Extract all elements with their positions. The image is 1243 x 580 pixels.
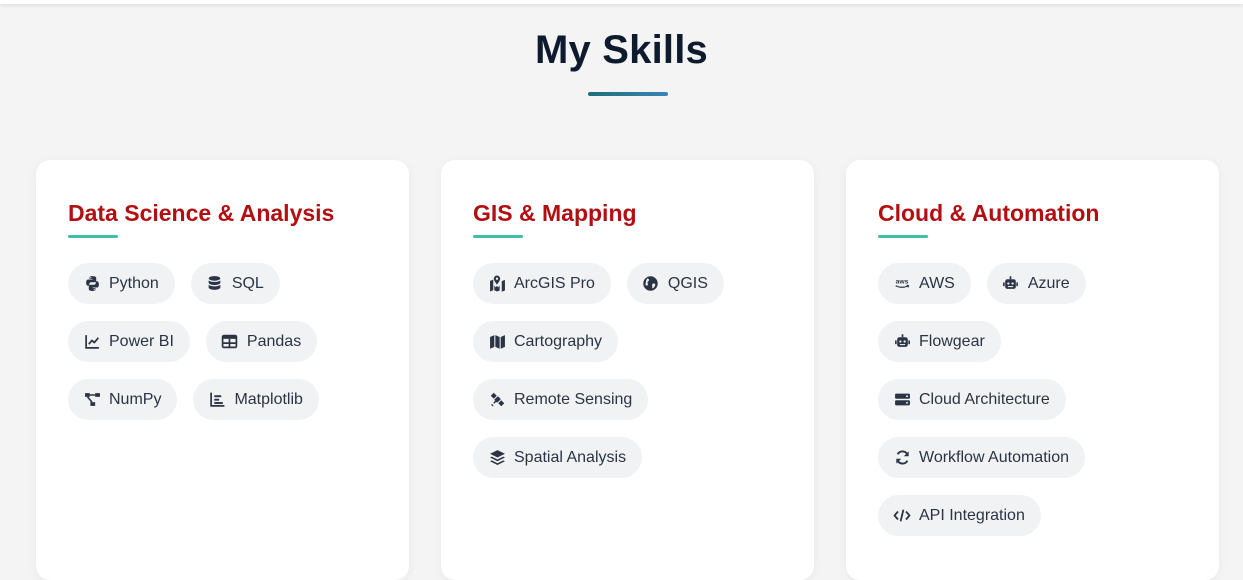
skill-chip-api-integration[interactable]: API Integration xyxy=(878,495,1041,536)
skill-card-gis: GIS & Mapping ArcGIS Pro QGIS Cartograph… xyxy=(441,160,814,580)
card-title: Data Science & Analysis xyxy=(68,200,335,226)
skill-label: SQL xyxy=(231,274,264,292)
skill-chip-power-bi[interactable]: Power BI xyxy=(68,321,190,362)
skill-chip-workflow-automation[interactable]: Workflow Automation xyxy=(878,437,1085,478)
skill-label: NumPy xyxy=(109,390,162,408)
skill-chip-arcgis-pro[interactable]: ArcGIS Pro xyxy=(473,263,611,304)
skill-label: Spatial Analysis xyxy=(514,448,627,466)
robot-icon xyxy=(1002,275,1020,293)
skill-chip-cloud-architecture[interactable]: Cloud Architecture xyxy=(878,379,1066,420)
skill-label: API Integration xyxy=(919,506,1025,524)
card-underline xyxy=(68,235,118,238)
globe-icon xyxy=(642,275,660,293)
layers-icon xyxy=(488,449,506,467)
map-marked-icon xyxy=(488,275,506,293)
skill-chip-remote-sensing[interactable]: Remote Sensing xyxy=(473,379,649,420)
table-icon xyxy=(221,333,239,351)
code-icon xyxy=(893,507,911,525)
skill-label: Pandas xyxy=(246,332,302,350)
server-icon xyxy=(893,391,911,409)
svg-text:aws: aws xyxy=(896,279,909,286)
skill-card-cloud: Cloud & Automation aws AWS Azure Flowgea… xyxy=(846,160,1219,580)
skill-label: Cartography xyxy=(514,332,603,350)
skill-chip-matplotlib[interactable]: Matplotlib xyxy=(193,379,319,420)
card-title: GIS & Mapping xyxy=(473,200,637,226)
satellite-icon xyxy=(488,391,506,409)
skill-label: Python xyxy=(109,274,159,292)
skill-label: Workflow Automation xyxy=(919,448,1069,466)
title-underline xyxy=(588,92,668,96)
skill-chip-list: aws AWS Azure Flowgear Cloud Architectur… xyxy=(878,263,1198,536)
skill-chip-aws[interactable]: aws AWS xyxy=(878,263,971,304)
skill-chip-list: ArcGIS Pro QGIS Cartography Remote Sensi… xyxy=(473,263,793,478)
skill-chip-list: Python SQL Power BI Pandas NumPy Matplot… xyxy=(68,263,388,420)
skill-card-data-science: Data Science & Analysis Python SQL Power… xyxy=(36,160,409,580)
top-nav-bar xyxy=(0,0,1243,4)
skill-label: Power BI xyxy=(109,332,174,350)
skill-chip-numpy[interactable]: NumPy xyxy=(68,379,178,420)
project-diagram-icon xyxy=(83,391,101,409)
skill-chip-python[interactable]: Python xyxy=(68,263,175,304)
python-icon xyxy=(83,275,101,293)
skill-label: Azure xyxy=(1027,274,1070,292)
skill-chip-flowgear[interactable]: Flowgear xyxy=(878,321,1001,362)
robot-icon xyxy=(893,333,911,351)
skill-label: Matplotlib xyxy=(234,390,303,408)
bar-chart-icon xyxy=(208,391,226,409)
card-underline xyxy=(878,235,928,238)
card-underline xyxy=(473,235,523,238)
card-title: Cloud & Automation xyxy=(878,200,1100,226)
map-icon xyxy=(488,333,506,351)
skill-label: Cloud Architecture xyxy=(919,390,1050,408)
skill-chip-spatial-analysis[interactable]: Spatial Analysis xyxy=(473,437,643,478)
database-icon xyxy=(206,275,224,293)
skill-label: Flowgear xyxy=(919,332,985,350)
skill-label: AWS xyxy=(919,274,955,292)
skill-chip-pandas[interactable]: Pandas xyxy=(205,321,318,362)
section-title: My Skills xyxy=(535,28,708,72)
line-chart-icon xyxy=(83,333,101,351)
sync-icon xyxy=(893,449,911,467)
skill-chip-azure[interactable]: Azure xyxy=(986,263,1086,304)
skill-chip-sql[interactable]: SQL xyxy=(190,263,280,304)
aws-icon: aws xyxy=(893,275,911,293)
skill-label: QGIS xyxy=(667,274,708,292)
skill-label: ArcGIS Pro xyxy=(514,274,595,292)
skill-label: Remote Sensing xyxy=(514,390,633,408)
skill-chip-cartography[interactable]: Cartography xyxy=(473,321,619,362)
skill-chip-qgis[interactable]: QGIS xyxy=(626,263,724,304)
